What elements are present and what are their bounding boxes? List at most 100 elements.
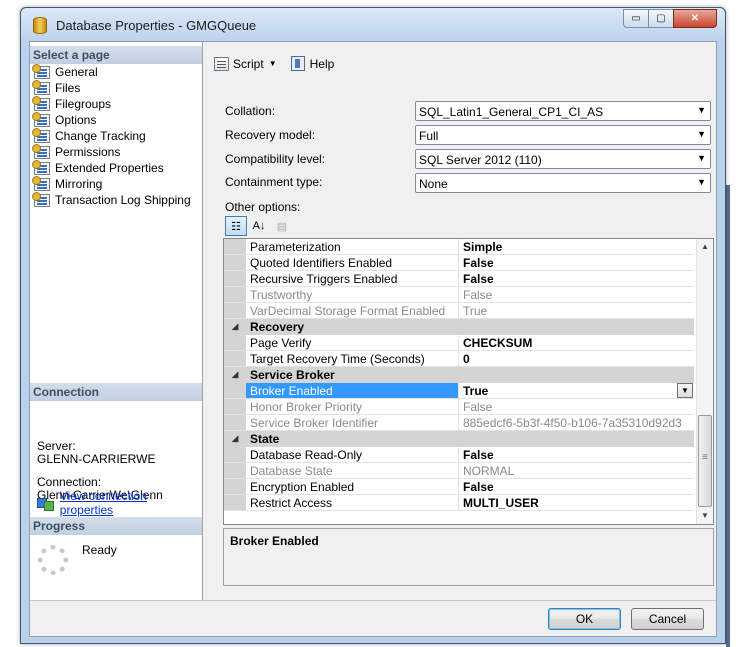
script-label: Script [233, 56, 264, 71]
grid-property-row[interactable]: VarDecimal Storage Format Enabled True [224, 303, 694, 319]
property-name[interactable]: Page Verify [246, 335, 459, 350]
close-button[interactable]: ✕ [673, 9, 717, 28]
property-name[interactable]: Database State [246, 463, 459, 478]
property-name[interactable]: Broker Enabled [246, 383, 459, 398]
grid-gutter [224, 479, 246, 494]
grid-category-name: Recovery [250, 320, 305, 334]
grid-gutter [224, 415, 246, 430]
property-name[interactable]: Service Broker Identifier [246, 415, 459, 430]
property-value[interactable]: Simple [459, 239, 694, 254]
page-item-mirroring[interactable]: Mirroring [32, 175, 191, 192]
script-dropdown-arrow-icon[interactable]: ▼ [269, 59, 277, 68]
grid-property-row[interactable]: Target Recovery Time (Seconds) 0 [224, 351, 694, 367]
page-item-options[interactable]: Options [32, 111, 191, 128]
recovery-model-select[interactable]: Full ▼ [415, 125, 711, 145]
grid-category-row[interactable]: ◢ Service Broker [224, 367, 694, 383]
property-value[interactable]: MULTI_USER [459, 495, 694, 510]
grid-property-row[interactable]: Database State NORMAL [224, 463, 694, 479]
chevron-down-icon: ▼ [697, 105, 706, 115]
grid-property-row[interactable]: Page Verify CHECKSUM [224, 335, 694, 351]
grid-category-row[interactable]: ◢ State [224, 431, 694, 447]
collapse-icon[interactable]: ◢ [224, 319, 246, 334]
grid-property-row[interactable]: Trustworthy False [224, 287, 694, 303]
ok-button[interactable]: OK [548, 608, 621, 630]
grid-gutter [224, 383, 246, 398]
script-button[interactable]: Script ▼ [214, 56, 283, 71]
maximize-button[interactable]: ▢ [648, 9, 674, 28]
help-icon [290, 56, 305, 71]
chevron-down-icon: ▼ [697, 153, 706, 163]
page-icon [32, 191, 50, 207]
collapse-icon[interactable]: ◢ [224, 431, 246, 446]
property-value[interactable]: False [459, 399, 694, 414]
page-item-filegroups[interactable]: Filegroups [32, 95, 191, 112]
progress-header: Progress [30, 517, 202, 535]
property-grid: Parameterization Simple Quoted Identifiers… [223, 238, 714, 525]
page-item-transaction-log-shipping[interactable]: Transaction Log Shipping [32, 191, 191, 208]
page-list: General Files Filegroups Options Change … [32, 63, 191, 208]
property-name[interactable]: Target Recovery Time (Seconds) [246, 351, 459, 366]
grid-property-row[interactable]: Quoted Identifiers Enabled False [224, 255, 694, 271]
property-value[interactable]: False [459, 447, 694, 462]
grid-gutter [224, 239, 246, 254]
property-name[interactable]: Parameterization [246, 239, 459, 254]
grid-property-row[interactable]: Broker Enabled True ▼ [224, 383, 694, 399]
alphabetical-sort-icon[interactable]: A↓ [248, 216, 270, 236]
page-item-permissions[interactable]: Permissions [32, 143, 191, 160]
containment-type-select[interactable]: None ▼ [415, 173, 711, 193]
property-value[interactable]: 885edcf6-5b3f-4f50-b106-7a35310d92d3 [459, 415, 694, 430]
grid-scrollbar[interactable]: ▲ ▼ [696, 239, 713, 524]
grid-property-row[interactable]: Recursive Triggers Enabled False [224, 271, 694, 287]
grid-property-row[interactable]: Database Read-Only False [224, 447, 694, 463]
dialog-client-area: Select a page General Files Filegroups O… [29, 41, 717, 637]
compatibility-level-select[interactable]: SQL Server 2012 (110) ▼ [415, 149, 711, 169]
page-icon [32, 143, 50, 159]
collapse-icon[interactable]: ◢ [224, 367, 246, 382]
property-name[interactable]: Trustworthy [246, 287, 459, 302]
view-connection-properties-link[interactable]: View connection properties [37, 489, 202, 517]
property-value[interactable]: True ▼ [459, 383, 694, 398]
property-pages-icon[interactable]: ▤ [271, 216, 293, 236]
property-value[interactable]: 0 [459, 351, 694, 366]
property-description: Broker Enabled [223, 528, 714, 586]
page-item-files[interactable]: Files [32, 79, 191, 96]
property-description-title: Broker Enabled [230, 534, 319, 548]
help-button[interactable]: Help [290, 56, 334, 71]
categorized-icon[interactable]: ☷ [225, 216, 247, 236]
property-value[interactable]: True [459, 303, 694, 318]
grid-property-row[interactable]: Parameterization Simple [224, 239, 694, 255]
property-name[interactable]: Database Read-Only [246, 447, 459, 462]
property-value-text: False [463, 448, 494, 462]
collation-select[interactable]: SQL_Latin1_General_CP1_CI_AS ▼ [415, 101, 711, 121]
minimize-button[interactable]: ▭ [623, 9, 649, 28]
property-name[interactable]: VarDecimal Storage Format Enabled [246, 303, 459, 318]
page-item-change-tracking[interactable]: Change Tracking [32, 127, 191, 144]
scroll-thumb[interactable] [698, 415, 712, 507]
property-value[interactable]: NORMAL [459, 463, 694, 478]
property-name[interactable]: Recursive Triggers Enabled [246, 271, 459, 286]
title-bar[interactable]: Database Properties - GMGQueue ▭ ▢ ✕ [21, 8, 725, 41]
toolbar: Script ▼ Help [214, 56, 342, 71]
property-value[interactable]: False [459, 255, 694, 270]
grid-property-row[interactable]: Honor Broker Priority False [224, 399, 694, 415]
page-item-general[interactable]: General [32, 63, 191, 80]
grid-property-row[interactable]: Service Broker Identifier 885edcf6-5b3f-4… [224, 415, 694, 431]
property-value[interactable]: False [459, 287, 694, 302]
property-value[interactable]: False [459, 479, 694, 494]
property-name[interactable]: Quoted Identifiers Enabled [246, 255, 459, 270]
grid-gutter [224, 255, 246, 270]
scroll-down-icon[interactable]: ▼ [697, 508, 713, 524]
property-name[interactable]: Encryption Enabled [246, 479, 459, 494]
grid-property-row[interactable]: Restrict Access MULTI_USER [224, 495, 694, 511]
scroll-up-icon[interactable]: ▲ [697, 239, 713, 255]
page-item-extended-properties[interactable]: Extended Properties [32, 159, 191, 176]
property-value[interactable]: False [459, 271, 694, 286]
property-value[interactable]: CHECKSUM [459, 335, 694, 350]
grid-property-row[interactable]: Encryption Enabled False [224, 479, 694, 495]
grid-category-row[interactable]: ◢ Recovery [224, 319, 694, 335]
property-name[interactable]: Honor Broker Priority [246, 399, 459, 414]
view-connection-properties-text[interactable]: View connection properties [60, 489, 202, 517]
value-dropdown-icon[interactable]: ▼ [677, 383, 693, 398]
cancel-button[interactable]: Cancel [631, 608, 704, 630]
property-name[interactable]: Restrict Access [246, 495, 459, 510]
